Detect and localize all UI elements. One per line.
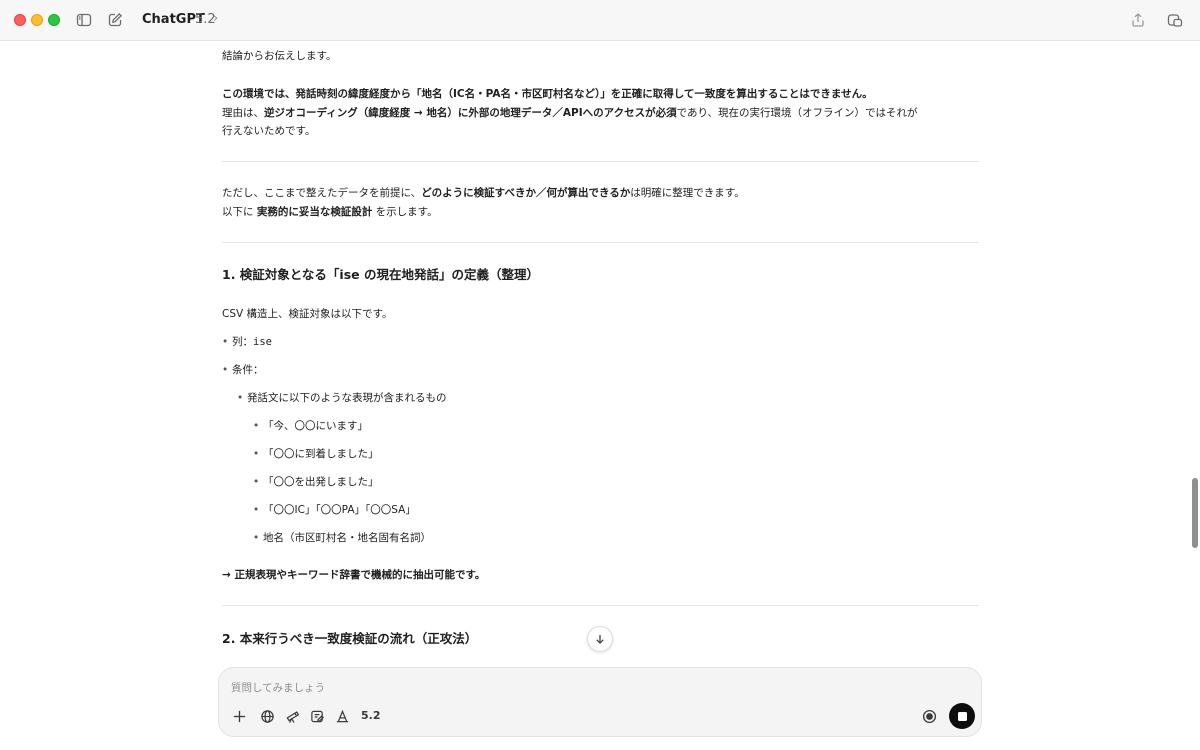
voice-mode-icon[interactable]: [920, 707, 938, 725]
scrollbar-thumb[interactable]: [1192, 478, 1198, 548]
paragraph-reason-line2: 行えないためです。: [222, 125, 316, 137]
list-item: • 地名（市区町村名・地名固有名詞）: [253, 532, 431, 544]
model-selector[interactable]: 5.2: [361, 709, 381, 722]
maximize-window-button[interactable]: [48, 14, 60, 26]
window-icon[interactable]: [1166, 11, 1184, 29]
divider: [222, 242, 979, 243]
list-item: • 「今、〇〇にいます」: [253, 420, 368, 432]
list-item: • 発話文に以下のような表現が含まれるもの: [237, 392, 447, 404]
close-window-button[interactable]: [14, 14, 26, 26]
telescope-icon[interactable]: [283, 707, 301, 725]
canvas-icon[interactable]: [308, 707, 326, 725]
prompt-input[interactable]: [231, 679, 911, 697]
sidebar-toggle-icon[interactable]: [75, 11, 93, 29]
paragraph-reason: 理由は、逆ジオコーディング（緯度経度 → 地名）に外部の地理データ／APIへのア…: [222, 107, 918, 119]
plus-icon[interactable]: [230, 707, 248, 725]
list-item: • 列：ise: [222, 336, 272, 348]
chevron-right-icon[interactable]: ›: [213, 11, 218, 26]
paragraph-intro: 結論からお伝えします。: [222, 50, 337, 62]
globe-icon[interactable]: [258, 707, 276, 725]
share-icon[interactable]: [1129, 11, 1147, 29]
list-item: • 「〇〇IC」「〇〇PA」「〇〇SA」: [253, 504, 416, 516]
composer: 5.2: [218, 667, 982, 737]
minimize-window-button[interactable]: [31, 14, 43, 26]
divider: [222, 605, 979, 606]
divider: [222, 161, 979, 162]
csv-intro: CSV 構造上、検証対象は以下です。: [222, 308, 393, 320]
stop-generating-button[interactable]: [949, 703, 975, 729]
stop-icon: [957, 711, 967, 721]
extraction-note: → 正規表現やキーワード辞書で機械的に抽出可能です。: [222, 569, 486, 581]
list-item: • 「〇〇を出発しました」: [253, 476, 379, 488]
new-chat-icon[interactable]: [106, 11, 124, 29]
title-bar: ChatGPT 5.2 ›: [0, 0, 1200, 41]
paragraph-conclusion-bold: この環境では、発話時刻の緯度経度から「地名（IC名・PA名・市区町村名など）」を…: [222, 88, 873, 100]
arrow-down-icon: [596, 635, 604, 644]
section-heading-2: 2. 本来行うべき一致度検証の流れ（正攻法）: [222, 631, 478, 646]
style-icon[interactable]: [333, 707, 351, 725]
paragraph-however: ただし、ここまで整えたデータを前提に、どのように検証すべきか／何が算出できるかは…: [222, 187, 745, 199]
scroll-to-bottom-button[interactable]: [587, 626, 613, 652]
assistant-message: 結論からお伝えします。 この環境では、発話時刻の緯度経度から「地名（IC名・PA…: [222, 41, 980, 661]
list-item: • 「〇〇に到着しました」: [253, 448, 379, 460]
paragraph-design-intro: 以下に 実務的に妥当な検証設計 を示します。: [222, 206, 438, 218]
section-heading-1: 1. 検証対象となる「ise の現在地発話」の定義（整理）: [222, 267, 539, 282]
list-item: • 条件：: [222, 364, 264, 376]
